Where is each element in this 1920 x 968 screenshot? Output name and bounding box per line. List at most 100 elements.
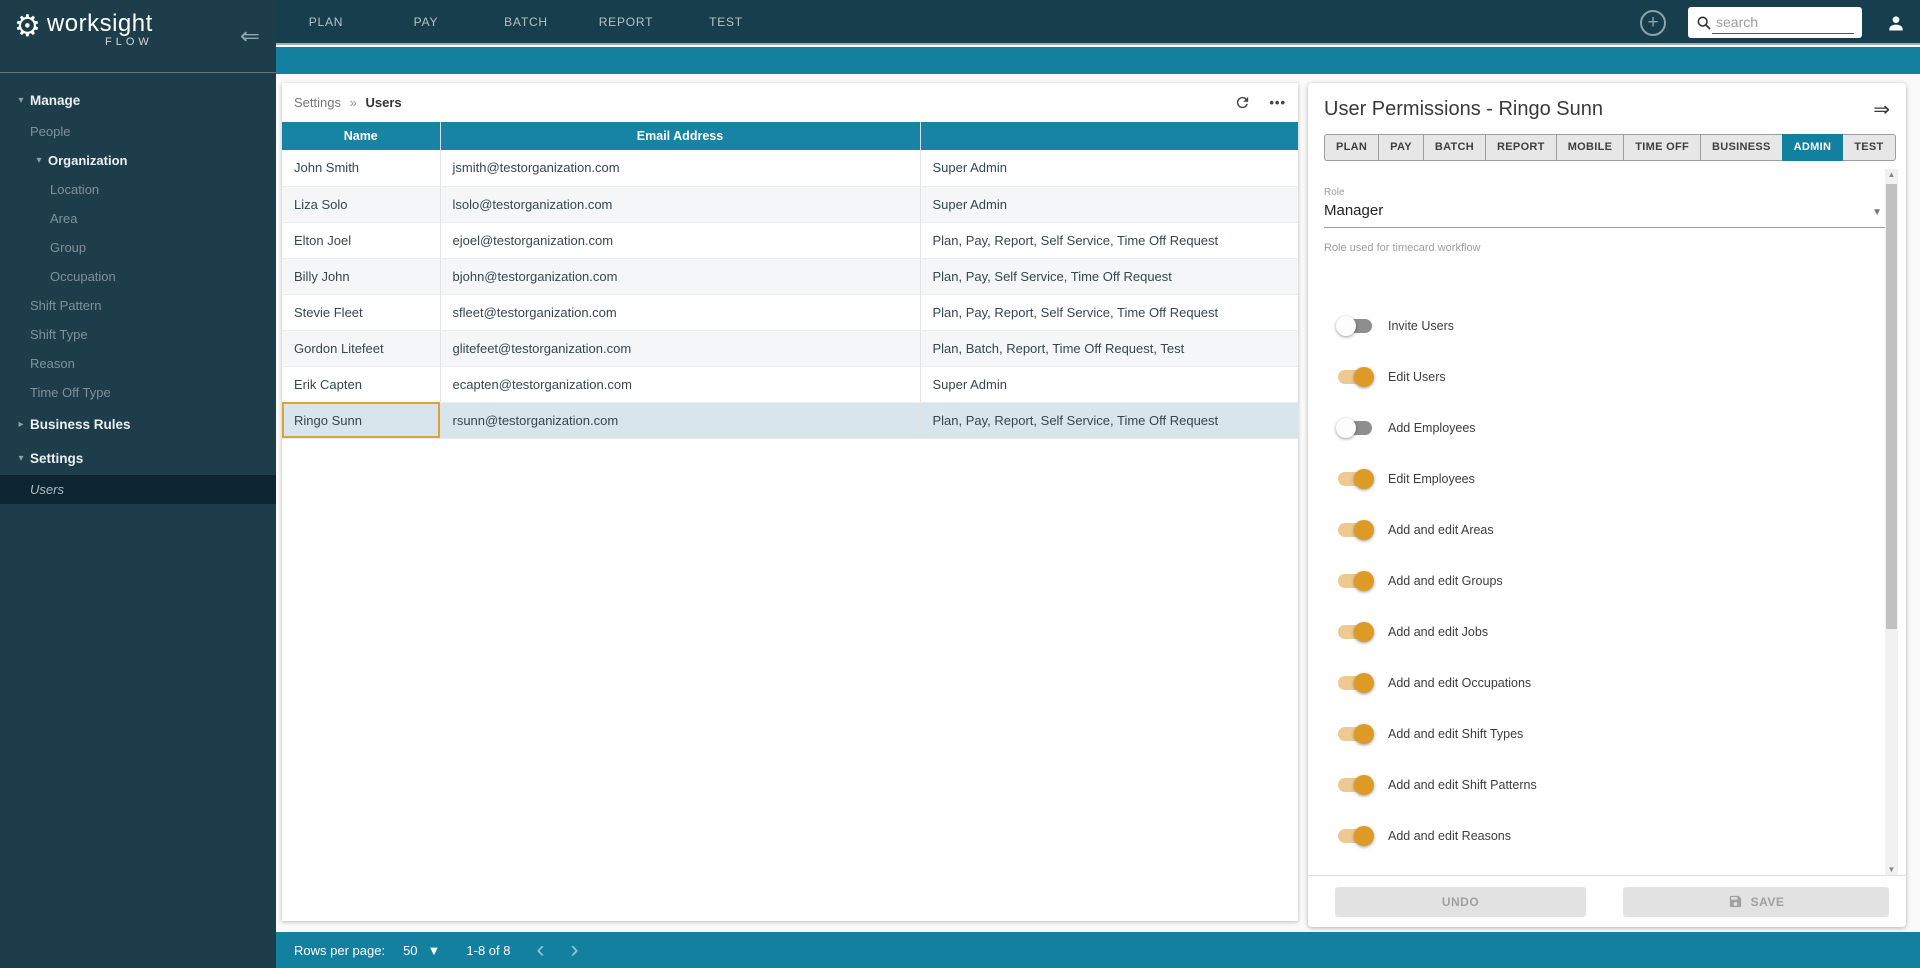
account-button[interactable]: [1886, 13, 1906, 33]
scrollbar-thumb[interactable]: [1886, 184, 1897, 629]
toggle-switch[interactable]: [1338, 472, 1372, 486]
toggle-switch[interactable]: [1338, 778, 1372, 792]
sidebar-item-time-off-type[interactable]: Time Off Type: [0, 378, 276, 407]
prev-page-icon[interactable]: ‹: [537, 938, 545, 962]
table-row[interactable]: John Smithjsmith@testorganization.comSup…: [282, 150, 1298, 186]
toggle-switch[interactable]: [1338, 829, 1372, 843]
save-button-label: SAVE: [1751, 895, 1785, 909]
table-row[interactable]: Elton Joelejoel@testorganization.comPlan…: [282, 222, 1298, 258]
rows-per-page-caret-icon: ▼: [428, 943, 441, 958]
tab-time-off[interactable]: TIME OFF: [1623, 134, 1701, 161]
sidebar-item-manage[interactable]: ▾Manage: [0, 83, 276, 117]
sidebar-item-reason[interactable]: Reason: [0, 349, 276, 378]
rows-per-page-label: Rows per page:: [294, 943, 385, 958]
toggle-knob: [1354, 673, 1374, 693]
toggle-label: Add and edit Shift Patterns: [1388, 778, 1537, 792]
column-header-name[interactable]: Name: [282, 122, 440, 150]
sidebar-item-group[interactable]: Group: [0, 233, 276, 262]
toggle-switch[interactable]: [1338, 676, 1372, 690]
app-logo: ⚙ worksight FLOW: [14, 10, 153, 48]
undo-button[interactable]: UNDO: [1335, 887, 1586, 917]
sidebar-item-label: Shift Pattern: [30, 298, 102, 313]
tab-mobile[interactable]: MOBILE: [1556, 134, 1625, 161]
collapse-sidebar-icon[interactable]: ⇐: [240, 22, 260, 51]
toggle-switch[interactable]: [1338, 421, 1372, 435]
search-input[interactable]: [1712, 12, 1854, 34]
name-cell: Stevie Fleet: [282, 294, 440, 330]
tab-batch[interactable]: BATCH: [1423, 134, 1486, 161]
panel-footer: UNDO SAVE: [1308, 875, 1906, 927]
toggle-label: Add and edit Jobs: [1388, 625, 1488, 639]
sidebar-item-settings[interactable]: ▾Settings: [0, 441, 276, 475]
close-panel-arrow-icon[interactable]: ⇒: [1873, 97, 1890, 122]
sidebar-item-people[interactable]: People: [0, 117, 276, 146]
sidebar-item-shift-type[interactable]: Shift Type: [0, 320, 276, 349]
sidebar-item-business-rules[interactable]: ▸Business Rules: [0, 407, 276, 441]
table-row[interactable]: Stevie Fleetsfleet@testorganization.comP…: [282, 294, 1298, 330]
toggle-switch[interactable]: [1338, 727, 1372, 741]
save-icon: [1728, 894, 1743, 909]
sidebar-item-occupation[interactable]: Occupation: [0, 262, 276, 291]
table-row[interactable]: Erik Captenecapten@testorganization.comS…: [282, 366, 1298, 402]
refresh-button[interactable]: [1234, 94, 1251, 111]
more-options-icon[interactable]: •••: [1269, 95, 1286, 110]
name-cell: Elton Joel: [282, 222, 440, 258]
tab-pay[interactable]: PAY: [1378, 134, 1424, 161]
sidebar-item-label: Location: [50, 182, 99, 197]
table-row[interactable]: Liza Sololsolo@testorganization.comSuper…: [282, 186, 1298, 222]
topnav-item-test[interactable]: TEST: [676, 0, 776, 43]
tab-business[interactable]: BUSINESS: [1700, 134, 1783, 161]
sidebar-item-location[interactable]: Location: [0, 175, 276, 204]
toggle-switch[interactable]: [1338, 370, 1372, 384]
toggle-switch[interactable]: [1338, 625, 1372, 639]
topnav-item-plan[interactable]: PLAN: [276, 0, 376, 43]
toggle-knob: [1354, 520, 1374, 540]
sidebar-item-label: Shift Type: [30, 327, 88, 342]
sidebar-item-organization[interactable]: ▾Organization: [0, 146, 276, 175]
topnav-item-report[interactable]: REPORT: [576, 0, 676, 43]
topnav-item-pay[interactable]: PAY: [376, 0, 476, 43]
column-header-email-address[interactable]: Email Address: [440, 122, 920, 150]
scrollbar-down-icon[interactable]: ▼: [1885, 865, 1898, 874]
pagination-range: 1-8 of 8: [466, 943, 510, 958]
tab-plan[interactable]: PLAN: [1324, 134, 1379, 161]
rows-per-page-select[interactable]: 50 ▼: [403, 943, 440, 958]
add-button[interactable]: +: [1640, 10, 1666, 36]
sidebar-item-shift-pattern[interactable]: Shift Pattern: [0, 291, 276, 320]
chevron-right-icon: ▸: [12, 419, 30, 430]
toggle-switch[interactable]: [1338, 319, 1372, 333]
toggle-row-edit-employees: Edit Employees: [1308, 453, 1906, 504]
toggle-switch[interactable]: [1338, 574, 1372, 588]
toggle-label: Add and edit Groups: [1388, 574, 1503, 588]
sidebar-item-label: Reason: [30, 356, 75, 371]
toggle-label: Invite Users: [1388, 319, 1454, 333]
scrollbar-up-icon[interactable]: ▲: [1885, 170, 1898, 179]
chevron-down-icon: ▾: [12, 453, 30, 464]
toggle-knob: [1354, 724, 1374, 744]
next-page-icon[interactable]: ›: [571, 938, 579, 962]
table-row[interactable]: Gordon Litefeetglitefeet@testorganizatio…: [282, 330, 1298, 366]
topnav-item-batch[interactable]: BATCH: [476, 0, 576, 43]
panel-scrollbar: ▲ ▼: [1885, 169, 1898, 875]
sidebar-header: ⚙ worksight FLOW ⇐: [0, 0, 276, 73]
sidebar-item-area[interactable]: Area: [0, 204, 276, 233]
role-select[interactable]: Role Manager ▼: [1324, 187, 1888, 228]
email-cell: sfleet@testorganization.com: [440, 294, 920, 330]
tab-report[interactable]: REPORT: [1485, 134, 1557, 161]
sidebar-item-label: Business Rules: [30, 417, 131, 432]
toggle-switch[interactable]: [1338, 523, 1372, 537]
tab-test[interactable]: TEST: [1842, 134, 1895, 161]
search-box: [1688, 7, 1862, 38]
name-cell: Liza Solo: [282, 186, 440, 222]
toggle-knob: [1354, 622, 1374, 642]
tab-admin[interactable]: ADMIN: [1782, 134, 1844, 161]
column-header-actions[interactable]: [920, 122, 1298, 150]
sidebar-item-users[interactable]: Users: [0, 475, 276, 504]
table-row[interactable]: Ringo Sunnrsunn@testorganization.comPlan…: [282, 402, 1298, 438]
table-row[interactable]: Billy Johnbjohn@testorganization.comPlan…: [282, 258, 1298, 294]
save-button[interactable]: SAVE: [1623, 887, 1889, 917]
breadcrumb-parent[interactable]: Settings: [294, 95, 341, 110]
toggle-label: Add and edit Areas: [1388, 523, 1494, 537]
toggle-row-edit-users: Edit Users: [1308, 351, 1906, 402]
toggle-knob: [1354, 775, 1374, 795]
